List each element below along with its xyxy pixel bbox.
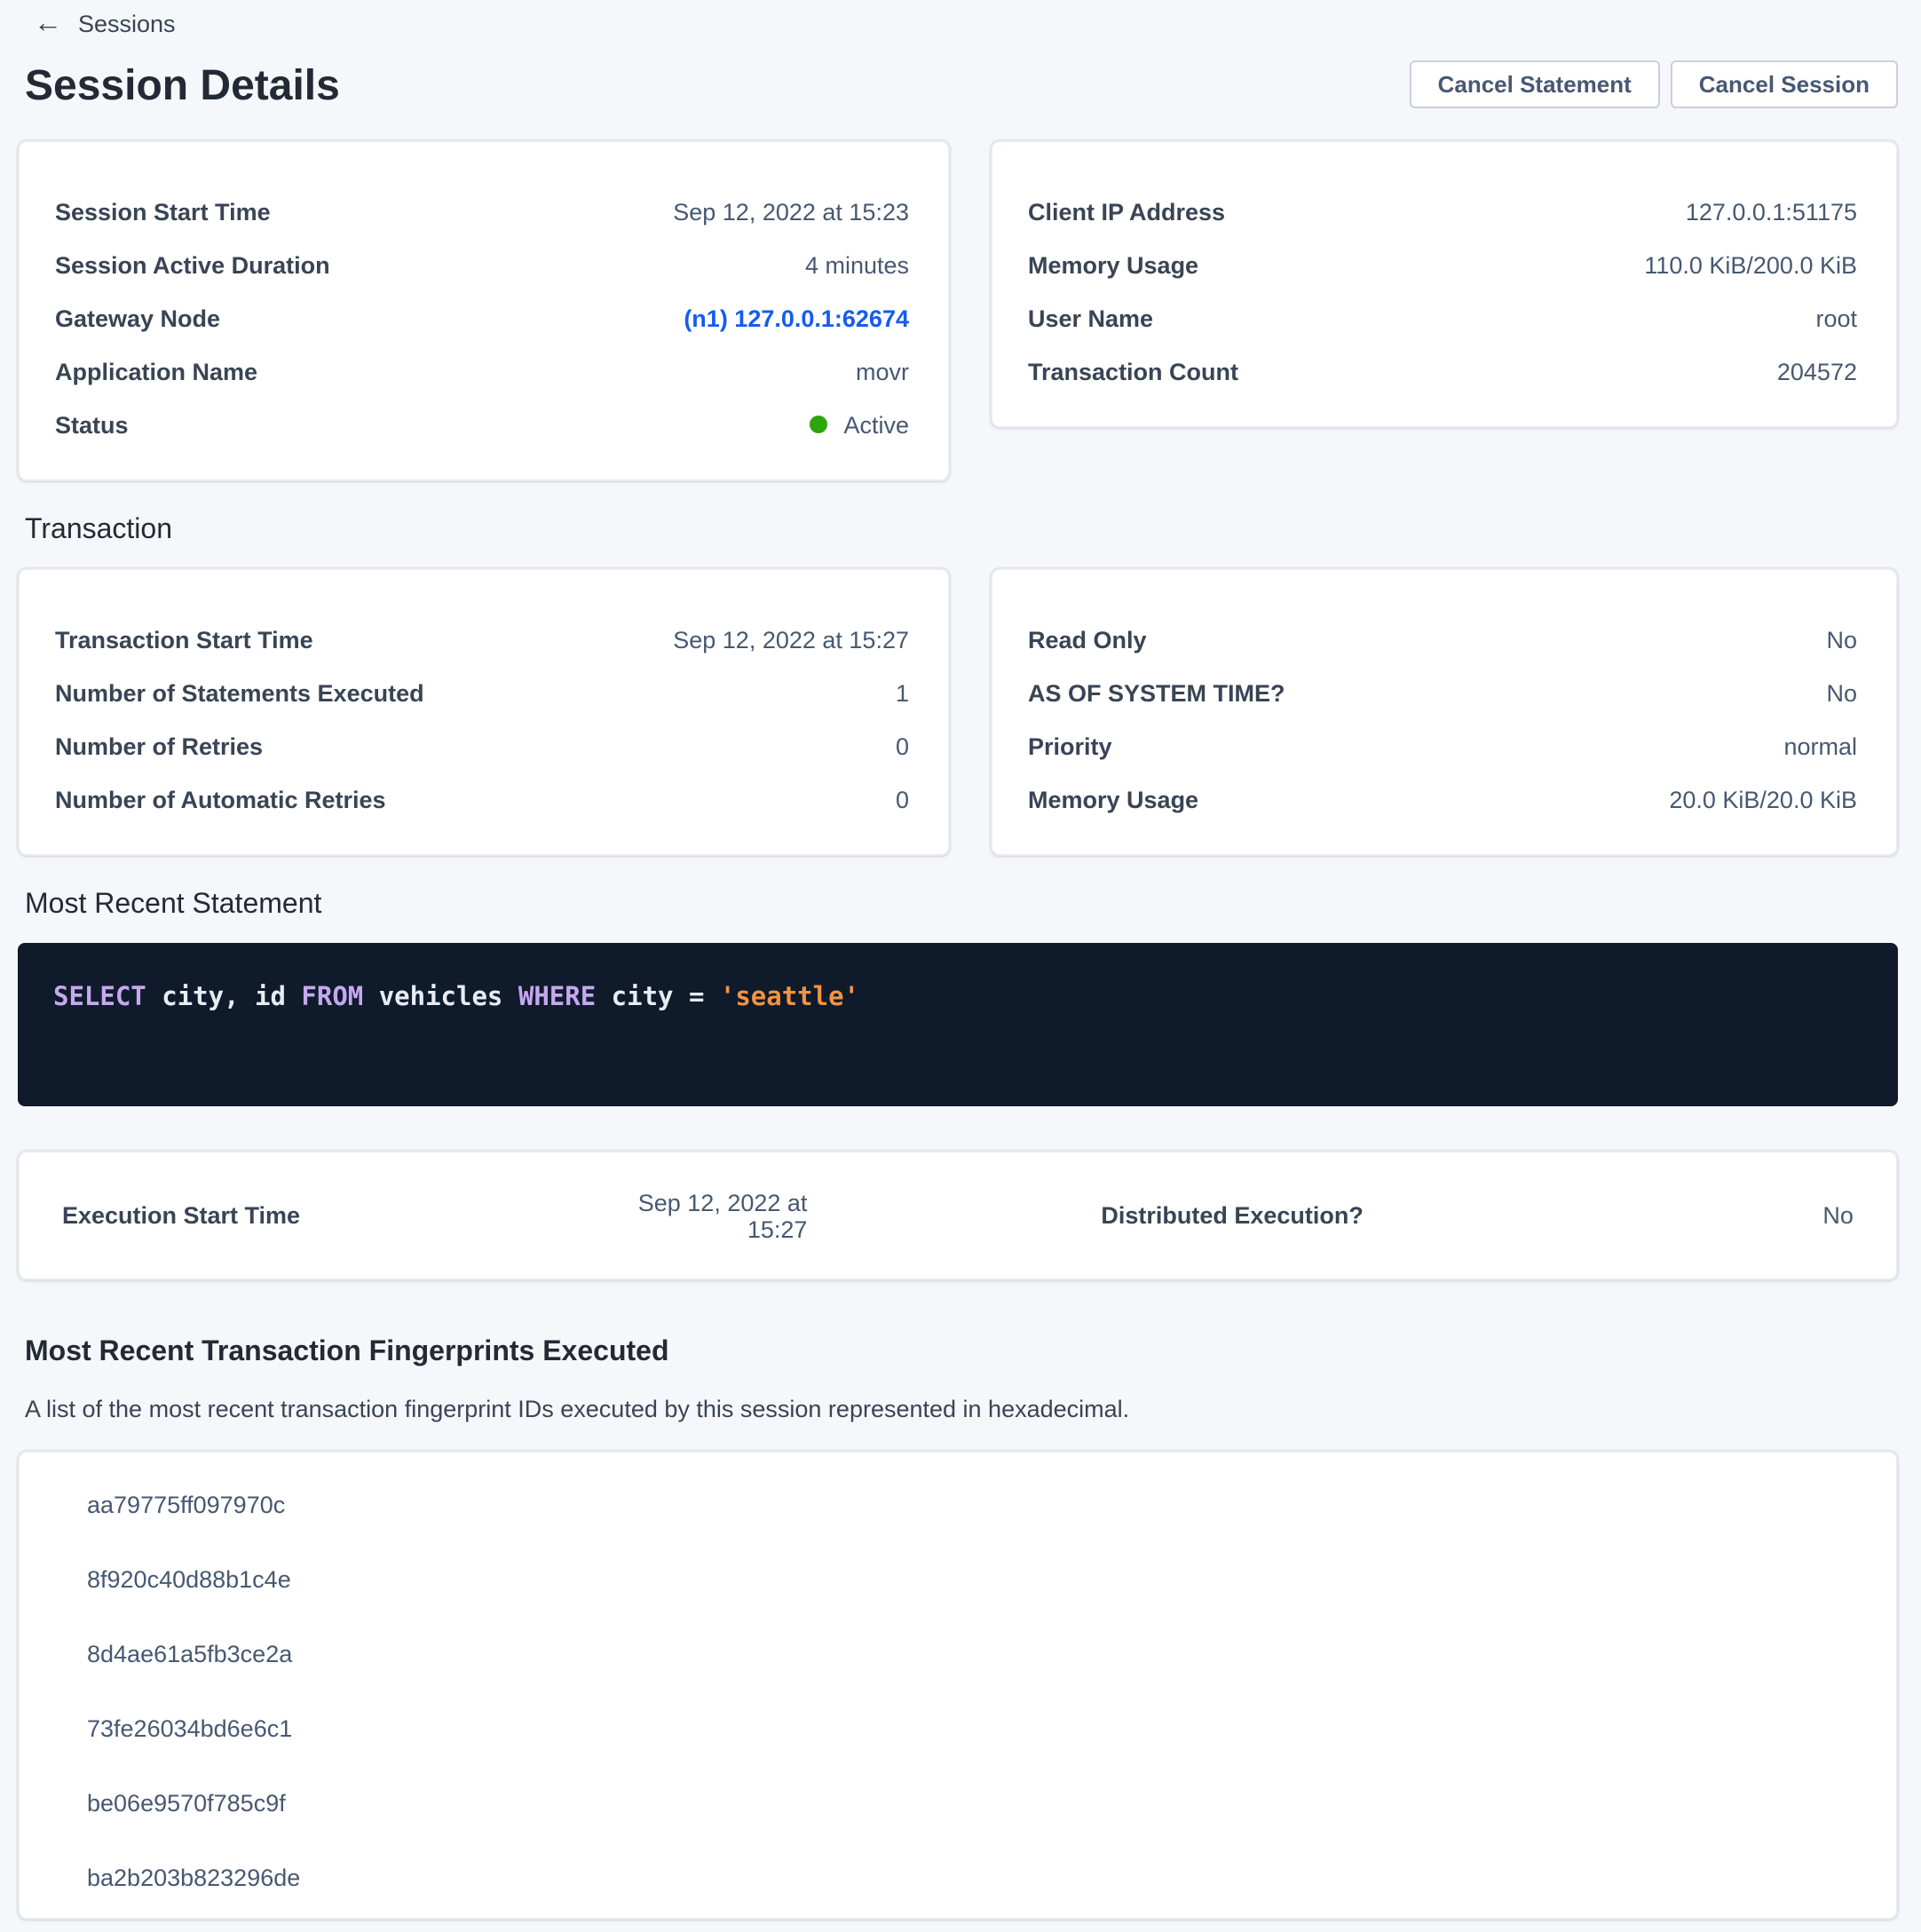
kv-label: Status [55, 411, 129, 438]
kv-value: root [1815, 305, 1857, 331]
fingerprint-item: 8f920c40d88b1c4e [20, 1543, 1896, 1618]
kv-label: Memory Usage [1028, 786, 1198, 812]
kv-value: movr [856, 358, 909, 384]
kv-value: 0 [896, 786, 909, 812]
gateway-node-row: Gateway Node (n1) 127.0.0.1:62674 [55, 291, 909, 344]
fingerprint-item: be06e9570f785c9f [20, 1767, 1896, 1841]
kv-value: No [1826, 679, 1857, 706]
client-info-card: Client IP Address 127.0.0.1:51175 Memory… [991, 140, 1898, 428]
kv-label: Priority [1028, 732, 1112, 759]
session-info-card: Session Start Time Sep 12, 2022 at 15:23… [18, 140, 950, 481]
statement-section-heading: Most Recent Statement [25, 890, 1898, 922]
page-header: Session Details Cancel Statement Cancel … [25, 57, 1898, 110]
read-only-row: Read Only No [1028, 613, 1857, 666]
fingerprint-item: 8d4ae61a5fb3ce2a [20, 1618, 1896, 1692]
sql-keyword: WHERE [518, 984, 596, 1012]
gateway-node-link[interactable]: (n1) 127.0.0.1:62674 [684, 305, 909, 331]
fingerprints-section-heading: Most Recent Transaction Fingerprints Exe… [25, 1337, 1898, 1369]
kv-label: Number of Retries [55, 732, 263, 759]
memory-usage-row: Memory Usage 110.0 KiB/200.0 KiB [1028, 238, 1857, 291]
transaction-count-row: Transaction Count 204572 [1028, 344, 1857, 398]
kv-value: 127.0.0.1:51175 [1686, 198, 1857, 225]
status-active-dot [810, 416, 827, 433]
back-arrow-icon[interactable]: ← [34, 11, 62, 39]
sql-keyword: FROM [301, 984, 363, 1012]
kv-value: 4 minutes [805, 251, 909, 278]
user-name-row: User Name root [1028, 291, 1857, 344]
sql-text: city = [596, 984, 720, 1012]
status-text: Active [843, 411, 909, 438]
kv-label: Client IP Address [1028, 198, 1225, 225]
page-title: Session Details [25, 64, 340, 110]
execution-start-time-label: Execution Start Time [62, 1202, 599, 1229]
transaction-start-time-row: Transaction Start Time Sep 12, 2022 at 1… [55, 613, 909, 666]
kv-label: Session Active Duration [55, 251, 330, 278]
execution-start-time-value: Sep 12, 2022 at 15:27 [599, 1189, 807, 1242]
fingerprints-card: aa79775ff097970c 8f920c40d88b1c4e 8d4ae6… [18, 1451, 1898, 1920]
session-overview-row: Session Start Time Sep 12, 2022 at 15:23… [18, 140, 1898, 481]
application-name-row: Application Name movr [55, 344, 909, 398]
distributed-execution-label: Distributed Execution? [1101, 1202, 1459, 1229]
txn-memory-usage-row: Memory Usage 20.0 KiB/20.0 KiB [1028, 772, 1857, 826]
session-details-page: ← Sessions Session Details Cancel Statem… [0, 0, 1921, 1932]
kv-value: 204572 [1777, 358, 1857, 384]
kv-label: Application Name [55, 358, 257, 384]
kv-label: Transaction Count [1028, 358, 1238, 384]
kv-label: Number of Statements Executed [55, 679, 424, 706]
kv-label: Session Start Time [55, 198, 271, 225]
kv-value: Sep 12, 2022 at 15:23 [673, 198, 909, 225]
cancel-session-button[interactable]: Cancel Session [1671, 60, 1898, 108]
session-start-time-row: Session Start Time Sep 12, 2022 at 15:23 [55, 185, 909, 238]
transaction-row: Transaction Start Time Sep 12, 2022 at 1… [18, 568, 1898, 856]
cancel-statement-button[interactable]: Cancel Statement [1410, 60, 1660, 108]
sql-text: vehicles [363, 984, 518, 1012]
client-ip-row: Client IP Address 127.0.0.1:51175 [1028, 185, 1857, 238]
transaction-section-heading: Transaction [25, 515, 1898, 547]
sql-statement: SELECT city, id FROM vehicles WHERE city… [53, 984, 859, 1012]
kv-label: AS OF SYSTEM TIME? [1028, 679, 1285, 706]
kv-label: Number of Automatic Retries [55, 786, 386, 812]
priority-row: Priority normal [1028, 719, 1857, 772]
kv-label: Memory Usage [1028, 251, 1198, 278]
sql-text: city, id [146, 984, 302, 1012]
fingerprint-item: 73fe26034bd6e6c1 [20, 1692, 1896, 1767]
kv-value: 20.0 KiB/20.0 KiB [1669, 786, 1857, 812]
back-to-sessions-link[interactable]: Sessions [78, 11, 176, 39]
kv-value: normal [1783, 732, 1857, 759]
kv-value: No [1826, 626, 1857, 653]
execution-info-card: Execution Start Time Sep 12, 2022 at 15:… [18, 1151, 1898, 1280]
header-actions: Cancel Statement Cancel Session [1410, 60, 1898, 108]
breadcrumb: ← Sessions [0, 0, 1921, 39]
as-of-system-time-row: AS OF SYSTEM TIME? No [1028, 666, 1857, 719]
statements-executed-row: Number of Statements Executed 1 [55, 666, 909, 719]
sql-statement-box: SELECT city, id FROM vehicles WHERE city… [18, 943, 1898, 1106]
fingerprint-item: aa79775ff097970c [20, 1469, 1896, 1543]
retries-row: Number of Retries 0 [55, 719, 909, 772]
transaction-props-card: Read Only No AS OF SYSTEM TIME? No Prior… [991, 568, 1898, 856]
transaction-info-card: Transaction Start Time Sep 12, 2022 at 1… [18, 568, 950, 856]
session-active-duration-row: Session Active Duration 4 minutes [55, 238, 909, 291]
sql-string-literal: 'seattle' [720, 984, 859, 1012]
kv-value: 110.0 KiB/200.0 KiB [1644, 251, 1857, 278]
status-row: Status Active [55, 398, 909, 451]
kv-label: User Name [1028, 305, 1153, 331]
kv-label: Gateway Node [55, 305, 220, 331]
fingerprints-section-description: A list of the most recent transaction fi… [25, 1394, 1898, 1424]
status-badge: Active [810, 411, 909, 438]
kv-label: Read Only [1028, 626, 1147, 653]
distributed-execution-value: No [1459, 1202, 1854, 1229]
kv-value: 0 [896, 732, 909, 759]
kv-label: Transaction Start Time [55, 626, 313, 653]
page-content: Session Start Time Sep 12, 2022 at 15:23… [18, 140, 1898, 1920]
kv-value: 1 [896, 679, 909, 706]
fingerprint-item: ba2b203b823296de [20, 1841, 1896, 1916]
kv-value: Sep 12, 2022 at 15:27 [673, 626, 909, 653]
sql-keyword: SELECT [53, 984, 146, 1012]
automatic-retries-row: Number of Automatic Retries 0 [55, 772, 909, 826]
